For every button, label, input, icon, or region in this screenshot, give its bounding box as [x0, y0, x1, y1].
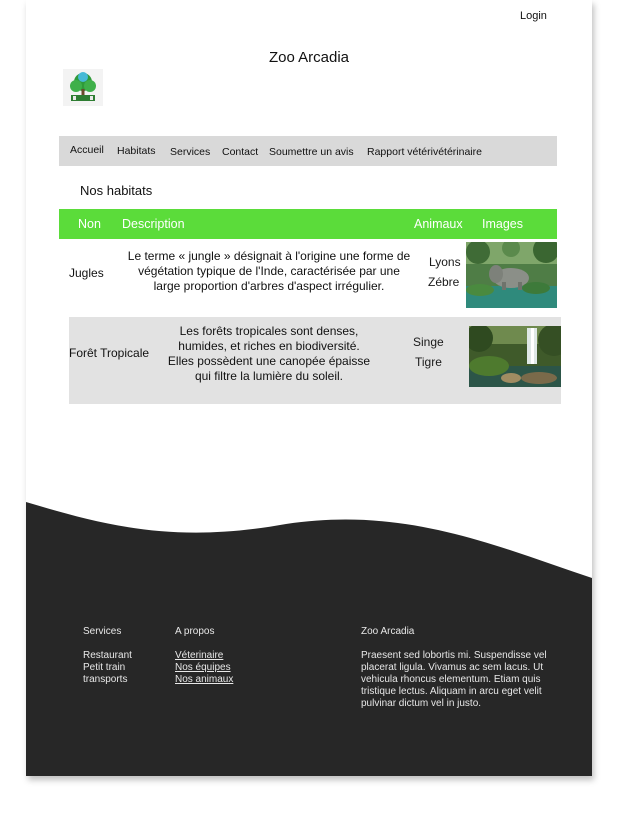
footer-service-item: Restaurant: [83, 650, 132, 661]
footer-zoo-text: Praesent sed lobortis mi. Suspendisse ve…: [361, 650, 547, 709]
footer-services-title: Services: [83, 626, 122, 637]
footer-link-animaux[interactable]: Nos animaux: [175, 674, 233, 686]
footer-service-item: transports: [83, 674, 128, 685]
habitat-description: Les forêts tropicales sont denses, humid…: [167, 324, 371, 383]
footer-about-links: Véterinaire Nos équipes Nos animaux: [175, 650, 233, 686]
table-header: Non Description Animaux Images: [59, 209, 557, 239]
footer-services-list: Restaurant Petit train transports: [83, 650, 132, 686]
section-title: Nos habitats: [80, 183, 153, 198]
nav-item-avis[interactable]: Soumettre un avis: [269, 146, 354, 158]
column-header-name: Non: [78, 217, 101, 231]
waterfall-photo-icon: [469, 326, 561, 387]
footer-link-equipes[interactable]: Nos équipes: [175, 662, 233, 674]
habitat-image-jungle[interactable]: [466, 242, 557, 308]
column-header-animals: Animaux: [414, 217, 463, 231]
footer-service-item: Petit train: [83, 662, 126, 673]
footer-link-veterinaire[interactable]: Véterinaire: [175, 650, 233, 662]
jungle-photo-icon: [466, 242, 557, 308]
page-container: Login Zoo Arcadia Accueil Habitats Servi…: [26, 0, 592, 776]
footer-zoo-title: Zoo Arcadia: [361, 626, 415, 637]
animal-name: Zébre: [428, 275, 460, 289]
habitat-name: Jugles: [69, 266, 104, 280]
animal-name: Lyons: [429, 255, 461, 269]
nav-item-contact[interactable]: Contact: [222, 146, 258, 158]
animal-name: Singe: [413, 335, 444, 349]
site-title: Zoo Arcadia: [268, 49, 350, 66]
habitat-name: Forêt Tropicale: [69, 346, 150, 360]
login-link[interactable]: Login: [520, 10, 547, 22]
column-header-description: Description: [122, 217, 185, 231]
nav-item-rapport[interactable]: Rapport vétérivétérinaire: [367, 146, 482, 158]
main-navbar: Accueil Habitats Services Contact Soumet…: [59, 136, 557, 166]
tree-logo-icon: [63, 69, 103, 106]
nav-item-accueil[interactable]: Accueil: [70, 144, 104, 156]
habitat-description: Le terme « jungle » désignait à l'origin…: [127, 249, 411, 293]
nav-item-services[interactable]: Services: [170, 146, 210, 158]
animal-name: Tigre: [415, 355, 442, 369]
footer-about-title: A propos: [175, 626, 215, 637]
zoo-logo: [63, 69, 103, 106]
nav-item-habitats[interactable]: Habitats: [117, 145, 156, 157]
column-header-images: Images: [482, 217, 523, 231]
habitat-image-forest[interactable]: [469, 326, 561, 387]
